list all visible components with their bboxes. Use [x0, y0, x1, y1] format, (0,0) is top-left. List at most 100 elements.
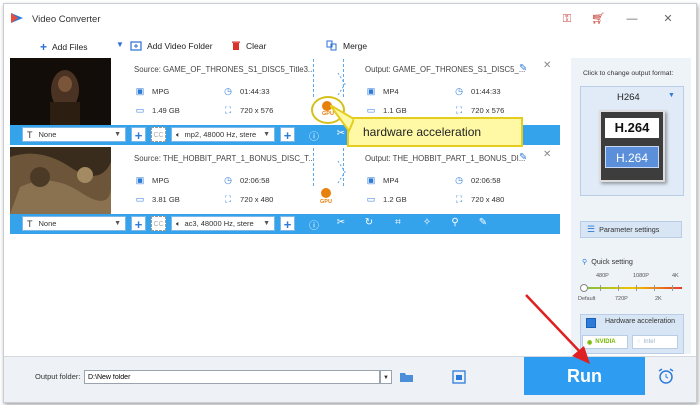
- film-icon: ▣: [135, 175, 145, 185]
- cc-toggle[interactable]: CC: [151, 127, 166, 142]
- output-folder-input[interactable]: [84, 370, 380, 384]
- cart-icon[interactable]: 🛒︎: [591, 12, 605, 26]
- output-resolution: ⛶ 720 x 480: [453, 193, 505, 205]
- h264-format-badge: H.264 H.264: [599, 110, 665, 182]
- clock-icon: ◷: [224, 175, 232, 185]
- output-format: ▣ MP4: [366, 175, 399, 185]
- video-thumbnail: [10, 58, 111, 125]
- chevron-down-icon: ▼: [263, 131, 270, 138]
- intel-button[interactable]: ◌ Intel: [632, 335, 678, 349]
- gpu-chip-icon: [321, 188, 331, 198]
- rotate-icon[interactable]: ↻: [362, 217, 376, 228]
- minimize-icon[interactable]: —: [625, 12, 639, 26]
- trash-icon: [232, 41, 240, 50]
- clear-label: Clear: [246, 40, 267, 51]
- edit-output-icon[interactable]: ✎: [519, 63, 527, 74]
- add-video-folder-label: Add Video Folder: [147, 40, 213, 51]
- chevron-right-icon: [337, 160, 346, 184]
- browse-folder-icon[interactable]: [399, 371, 414, 383]
- text-icon: T: [27, 218, 33, 229]
- output-folder-dropdown[interactable]: ▼: [380, 370, 392, 384]
- red-annotation-arrow: [525, 294, 590, 364]
- audio-track-select[interactable]: 🔈︎ ac3, 48000 Hz, stere ▼: [171, 216, 275, 231]
- audio-track-select[interactable]: 🔈︎ mp2, 48000 Hz, stere ▼: [171, 127, 275, 142]
- resolution-icon: ⛶: [224, 194, 232, 204]
- add-subtitle-button[interactable]: +: [131, 127, 146, 143]
- film-icon: ▣: [366, 175, 376, 185]
- badge-bottom-label: H.264: [605, 146, 659, 168]
- plus-icon: +: [40, 40, 48, 54]
- clear-button[interactable]: Clear: [231, 40, 266, 51]
- add-audio-button[interactable]: +: [280, 216, 295, 232]
- merge-button[interactable]: Merge: [326, 40, 367, 51]
- info-icon[interactable]: ⓘ: [307, 217, 321, 232]
- key-icon[interactable]: ⚿: [560, 12, 574, 26]
- badge-top-label: H.264: [605, 118, 659, 138]
- scissors-icon[interactable]: ✂: [334, 217, 348, 228]
- output-duration: ◷ 02:06:58: [453, 174, 501, 186]
- add-subtitle-button[interactable]: +: [131, 216, 146, 232]
- caret-down-icon: ▼: [116, 40, 124, 49]
- quality-label-2k: 2K: [655, 296, 662, 302]
- source-resolution: ⛶ 720 x 480: [222, 193, 274, 205]
- info-icon[interactable]: ⓘ: [307, 128, 321, 143]
- source-filename: Source: THE_HOBBIT_PART_1_BONUS_DISC_T..…: [134, 154, 315, 163]
- subtitle-edit-icon[interactable]: ✎: [476, 217, 490, 228]
- add-files-dropdown[interactable]: ▼: [116, 40, 124, 49]
- source-size: ▭ 3.81 GB: [135, 194, 180, 204]
- add-video-folder-button[interactable]: Add Video Folder: [130, 40, 213, 51]
- format-hint: Click to change output format:: [583, 70, 674, 77]
- add-files-button[interactable]: + Add Files: [40, 40, 87, 54]
- source-filename: Source: GAME_OF_THRONES_S1_DISC5_Title3.…: [134, 65, 315, 74]
- caret-down-icon[interactable]: ▼: [668, 92, 675, 99]
- source-size: ▭ 1.49 GB: [135, 105, 180, 115]
- format-name: H264: [617, 92, 640, 103]
- quality-label-480p: 480P: [596, 273, 609, 279]
- source-resolution: ⛶ 720 x 576: [222, 104, 274, 116]
- divider: [313, 148, 314, 186]
- output-duration: ◷ 01:44:33: [453, 85, 501, 97]
- crop-icon[interactable]: ⌗: [391, 217, 405, 228]
- remove-file-icon[interactable]: ✕: [543, 149, 551, 160]
- gpu-badge[interactable]: GPU: [316, 188, 336, 210]
- remove-file-icon[interactable]: ✕: [543, 60, 551, 71]
- source-duration: ◷ 01:44:33: [222, 85, 270, 97]
- output-size: ▭ 1.2 GB: [366, 194, 407, 204]
- output-folder-label: Output folder:: [35, 372, 81, 381]
- alarm-clock-icon[interactable]: [657, 367, 675, 385]
- source-duration: ◷ 02:06:58: [222, 174, 270, 186]
- chevron-right-icon: [337, 72, 346, 96]
- subtitle-select[interactable]: T None ▼: [22, 216, 126, 231]
- close-window-icon[interactable]: ✕: [661, 12, 675, 26]
- folder-plus-icon: [130, 41, 142, 51]
- add-files-label: Add Files: [52, 42, 88, 52]
- callout-hardware-acceleration: hardware acceleration: [347, 117, 523, 147]
- merge-icon: [326, 40, 337, 51]
- output-format: ▣ MP4: [366, 86, 399, 96]
- folder-icon: ▭: [135, 105, 145, 115]
- chevron-down-icon: ▼: [114, 220, 121, 227]
- edit-output-icon[interactable]: ✎: [519, 152, 527, 163]
- source-format: ▣ MPG: [135, 175, 170, 185]
- divider: [313, 59, 314, 97]
- resolution-icon: ⛶: [455, 105, 463, 115]
- chevron-down-icon: ▼: [114, 131, 121, 138]
- resolution-icon: ⛶: [455, 194, 463, 204]
- open-output-folder-icon[interactable]: [452, 370, 466, 384]
- clock-icon: ◷: [455, 175, 463, 185]
- resolution-icon: ⛶: [224, 105, 232, 115]
- effects-wand-icon[interactable]: ✧: [420, 217, 434, 228]
- text-icon: T: [27, 129, 33, 140]
- watermark-stamp-icon[interactable]: ⚲: [448, 217, 462, 228]
- clock-icon: ◷: [455, 86, 463, 96]
- folder-icon: ▭: [135, 194, 145, 204]
- cc-toggle[interactable]: CC: [151, 216, 166, 231]
- quality-label-720p: 720P: [615, 296, 628, 302]
- output-size: ▭ 1.1 GB: [366, 105, 407, 115]
- parameter-settings-button[interactable]: ☰ Parameter settings: [580, 221, 682, 238]
- add-audio-button[interactable]: +: [280, 127, 295, 143]
- sliders-icon: ☰: [587, 224, 596, 234]
- subtitle-select[interactable]: T None ▼: [22, 127, 126, 142]
- folder-icon: ▭: [366, 194, 376, 204]
- intel-logo-icon: ◌: [637, 339, 641, 345]
